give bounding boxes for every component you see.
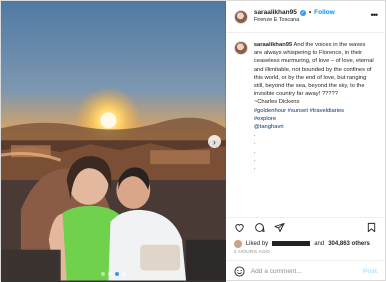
chevron-right-icon: › — [212, 136, 216, 147]
bookmark-icon[interactable] — [366, 222, 377, 233]
comment-input[interactable]: Add a comment... — [251, 268, 302, 275]
carousel-dot — [100, 272, 105, 276]
likes-count[interactable]: 304,863 others — [328, 241, 370, 247]
carousel-indicator — [1, 272, 226, 276]
comment-box: Add a comment... Post — [225, 260, 385, 282]
post-sidebar: saraalikhan95 ✓ • Follow Firenze E Tosca… — [225, 1, 385, 282]
sunset-photo — [1, 1, 226, 281]
action-bar — [225, 217, 385, 237]
caption-line: murmuring, of love – of love, eternal — [281, 58, 374, 65]
verified-badge-icon: ✓ — [299, 10, 306, 17]
likes-prefix: Liked by — [245, 240, 269, 247]
hashtag-explore[interactable]: #explore — [254, 116, 276, 122]
share-icon[interactable] — [274, 222, 285, 233]
instagram-post: › saraalikhan95 ✓ • Follow Firenze E Tos… — [0, 0, 386, 282]
avatar[interactable] — [233, 9, 248, 24]
post-comment-button[interactable]: Post — [363, 268, 377, 275]
caption-line: country far away! ????? — [276, 91, 338, 98]
likes-summary[interactable]: Liked by and 304,863 others — [226, 237, 385, 250]
caption-dot: . — [253, 132, 256, 139]
username-link[interactable]: saraalikhan95 — [254, 9, 297, 17]
separator: • — [308, 9, 312, 17]
caption-line: And the voices in the — [293, 42, 348, 48]
location-link[interactable]: Firenze E Toscana — [254, 17, 335, 24]
caption-avatar[interactable] — [233, 41, 248, 55]
liker-avatar — [233, 239, 242, 248]
caption-dot: . — [253, 140, 256, 147]
hashtag-links[interactable]: #goldenhour #sunset #traveldiaries — [254, 108, 344, 114]
carousel-dot — [107, 272, 112, 276]
next-image-button[interactable]: › — [207, 135, 221, 148]
heart-icon[interactable] — [234, 222, 245, 233]
comment-icon[interactable] — [254, 222, 265, 233]
follow-button[interactable]: Follow — [314, 9, 335, 17]
caption-text: saraalikhan95 And the voices in the wave… — [254, 41, 374, 209]
likes-and: and — [314, 240, 325, 247]
caption-dot: . — [253, 165, 256, 172]
carousel-dot — [121, 272, 126, 276]
caption-line: and illimitable, not bounded by the — [253, 66, 342, 73]
caption-quote-author: ~Charles Dickens — [253, 99, 300, 106]
mention-link[interactable]: @tanghavri — [254, 124, 284, 130]
caption-username[interactable]: saraalikhan95 — [254, 42, 292, 48]
post-header: saraalikhan95 ✓ • Follow Firenze E Tosca… — [225, 1, 385, 33]
emoji-icon[interactable] — [234, 266, 245, 277]
ellipsis-icon[interactable]: ••• — [371, 10, 379, 20]
caption-dot: . — [253, 156, 256, 163]
caption-area: saraalikhan95 And the voices in the wave… — [226, 33, 385, 217]
caption-dot: . — [253, 148, 256, 155]
post-media[interactable]: › — [1, 1, 226, 282]
carousel-dot — [114, 272, 119, 276]
post-timestamp: 2 HOURS AGO — [233, 250, 271, 255]
redacted-username — [272, 241, 311, 246]
